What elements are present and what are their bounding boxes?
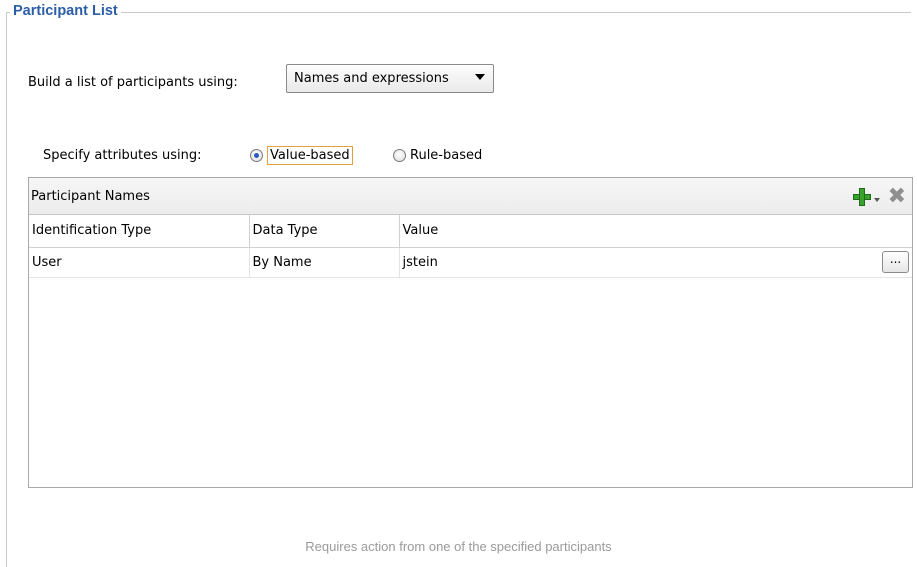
build-list-label: Build a list of participants using: bbox=[28, 74, 238, 90]
cell-value-text: jstein bbox=[402, 254, 438, 270]
add-menu-chevron-icon[interactable] bbox=[873, 198, 880, 202]
footer-note: Requires action from one of the specifie… bbox=[305, 539, 612, 554]
chevron-down-icon bbox=[475, 74, 485, 80]
panel-header: Participant Names ✖ bbox=[29, 178, 912, 215]
cell-value[interactable]: jstein ... bbox=[399, 247, 912, 278]
radio-rule-based[interactable]: Rule-based bbox=[393, 143, 482, 167]
attributes-label-text: Specify attributes using: bbox=[43, 147, 202, 163]
specify-attributes-label: Specify attributes using: bbox=[43, 144, 202, 166]
column-data-type[interactable]: Data Type bbox=[249, 215, 400, 248]
add-icon[interactable] bbox=[852, 187, 872, 207]
frame-border-top bbox=[6, 12, 911, 13]
cell-identification-type[interactable]: User bbox=[29, 247, 250, 278]
cell-data-type[interactable]: By Name bbox=[249, 247, 400, 278]
participant-names-panel: Participant Names ✖ Identification Type … bbox=[28, 177, 913, 488]
participants-table: Identification Type Data Type Value User… bbox=[29, 215, 912, 278]
table-row[interactable]: User By Name jstein ... bbox=[29, 247, 912, 278]
dropdown-value: Names and expressions bbox=[294, 71, 449, 86]
frame-border-left bbox=[6, 12, 7, 567]
column-value[interactable]: Value bbox=[399, 215, 912, 248]
panel-toolbar: ✖ bbox=[852, 186, 906, 208]
radio-rule-based-label: Rule-based bbox=[410, 147, 483, 163]
panel-title: Participant Names bbox=[31, 188, 150, 204]
build-list-row: Build a list of participants using: bbox=[28, 69, 238, 95]
delete-icon[interactable]: ✖ bbox=[888, 186, 906, 208]
section-title: Participant List bbox=[10, 3, 121, 19]
radio-value-based[interactable]: Value-based bbox=[250, 143, 353, 167]
browse-button[interactable]: ... bbox=[882, 250, 909, 273]
radio-unchecked-icon bbox=[393, 148, 406, 162]
radio-value-based-label: Value-based bbox=[267, 145, 353, 165]
radio-checked-icon bbox=[250, 148, 263, 162]
column-identification-type[interactable]: Identification Type bbox=[29, 215, 250, 248]
table-header-row: Identification Type Data Type Value bbox=[29, 215, 912, 248]
participant-source-dropdown[interactable]: Names and expressions bbox=[286, 64, 494, 93]
